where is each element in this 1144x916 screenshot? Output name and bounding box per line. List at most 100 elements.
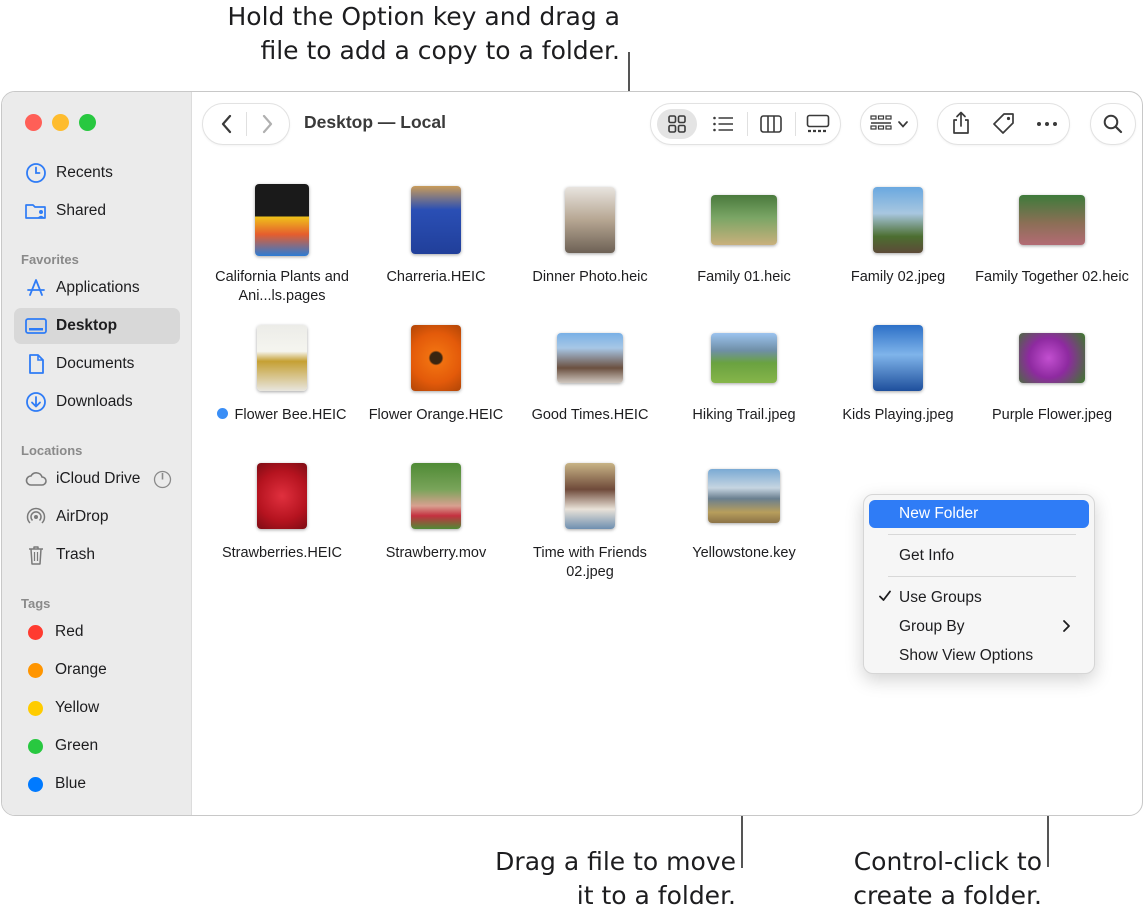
file-name-text: Strawberry.mov xyxy=(385,545,487,561)
file-name-text: Flower Bee.HEIC xyxy=(234,407,347,423)
file-name: Charreria.HEIC xyxy=(359,268,513,287)
file-thumbnail-frame xyxy=(205,318,359,398)
sidebar-item-desktop[interactable]: Desktop xyxy=(14,308,180,344)
sidebar-item-label: Green xyxy=(55,737,99,754)
file-thumbnail-frame xyxy=(975,180,1129,260)
file-thumbnail-frame xyxy=(667,180,821,260)
sidebar-item-documents[interactable]: Documents xyxy=(14,346,180,382)
file-item[interactable]: Time with Friends 02.jpeg xyxy=(513,456,667,582)
file-thumbnail xyxy=(257,463,307,529)
sidebar-item-trash[interactable]: Trash xyxy=(14,537,180,573)
sidebar-item-icloud-drive[interactable]: iCloud Drive xyxy=(14,461,180,497)
sidebar-item-applications[interactable]: Applications xyxy=(14,270,180,306)
file-item[interactable]: Strawberry.mov xyxy=(359,456,513,563)
menu-item-get-info[interactable]: Get Info xyxy=(899,547,954,565)
file-name: Kids Playing.jpeg xyxy=(821,406,975,425)
file-thumbnail xyxy=(873,325,923,391)
callout-option-drag: Hold the Option key and drag a file to a… xyxy=(227,2,620,65)
menu-item-show-view-options[interactable]: Show View Options xyxy=(899,647,1033,665)
sidebar-item-tag-green[interactable]: Green xyxy=(14,728,180,764)
file-name: Family 02.jpeg xyxy=(821,268,975,287)
file-name-text: Family 02.jpeg xyxy=(850,269,946,285)
file-name-text: Charreria.HEIC xyxy=(386,269,486,285)
sidebar-item-downloads[interactable]: Downloads xyxy=(14,384,180,420)
shared-folder-icon xyxy=(24,200,48,222)
sidebar-item-shared[interactable]: Shared xyxy=(14,193,180,229)
forward-button[interactable] xyxy=(252,109,282,139)
file-item[interactable]: Purple Flower.jpeg xyxy=(975,318,1129,425)
file-thumbnail xyxy=(873,187,923,253)
file-item[interactable]: Family Together 02.heic xyxy=(975,180,1129,287)
close-window-button[interactable] xyxy=(25,114,42,131)
sidebar-item-tag-blue[interactable]: Blue xyxy=(14,766,180,802)
back-button[interactable] xyxy=(212,109,242,139)
zoom-window-button[interactable] xyxy=(79,114,96,131)
desktop-icon xyxy=(24,315,48,337)
file-name-text: Purple Flower.jpeg xyxy=(991,407,1113,423)
file-thumbnail xyxy=(1019,195,1085,245)
file-item[interactable]: California Plants and Ani...ls.pages xyxy=(205,180,359,306)
file-item[interactable]: Good Times.HEIC xyxy=(513,318,667,425)
sidebar-item-recents[interactable]: Recents xyxy=(14,155,180,191)
sidebar-item-label: Applications xyxy=(56,279,140,296)
sidebar-item-label: Desktop xyxy=(56,317,118,334)
group-icon xyxy=(868,109,894,139)
file-item[interactable]: Flower Orange.HEIC xyxy=(359,318,513,425)
sidebar-item-label: Yellow xyxy=(55,699,100,716)
file-name: Strawberry.mov xyxy=(359,544,513,563)
sidebar-item-airdrop[interactable]: AirDrop xyxy=(14,499,180,535)
file-thumbnail-frame xyxy=(359,456,513,536)
tag-color-dot xyxy=(28,700,43,716)
file-item[interactable]: Dinner Photo.heic xyxy=(513,180,667,287)
file-name: Good Times.HEIC xyxy=(513,406,667,425)
chevron-down-icon xyxy=(896,116,910,132)
file-thumbnail xyxy=(708,469,780,523)
file-item[interactable]: Yellowstone.key xyxy=(667,456,821,563)
file-item[interactable]: Flower Bee.HEIC xyxy=(205,318,359,425)
file-item[interactable]: Kids Playing.jpeg xyxy=(821,318,975,425)
applications-icon xyxy=(24,277,48,299)
menu-item-new-folder[interactable]: New Folder xyxy=(869,500,1089,528)
sidebar-item-label: Orange xyxy=(55,661,107,678)
file-name-text: Kids Playing.jpeg xyxy=(842,407,954,423)
file-thumbnail xyxy=(257,325,307,391)
file-thumbnail-frame xyxy=(513,180,667,260)
more-button[interactable] xyxy=(1032,109,1062,139)
share-button[interactable] xyxy=(946,107,976,139)
menu-item-use-groups[interactable]: Use Groups xyxy=(899,589,982,607)
list-view-button[interactable] xyxy=(704,109,742,139)
file-name-text: Strawberries.HEIC xyxy=(221,545,343,561)
favorites-header: Favorites xyxy=(21,252,79,267)
ellipsis-icon xyxy=(1037,122,1057,126)
sidebar-item-label: Downloads xyxy=(56,393,133,410)
sidebar-item-tag-yellow[interactable]: Yellow xyxy=(14,690,180,726)
tag-button[interactable] xyxy=(989,109,1019,139)
file-item[interactable]: Family 02.jpeg xyxy=(821,180,975,287)
sidebar-item-tag-red[interactable]: Red xyxy=(14,614,180,650)
file-item[interactable]: Hiking Trail.jpeg xyxy=(667,318,821,425)
file-item[interactable]: Strawberries.HEIC xyxy=(205,456,359,563)
file-name: California Plants and Ani...ls.pages xyxy=(205,268,359,306)
file-thumbnail xyxy=(565,187,615,253)
file-item[interactable]: Charreria.HEIC xyxy=(359,180,513,287)
file-thumbnail xyxy=(1019,333,1085,383)
minimize-window-button[interactable] xyxy=(52,114,69,131)
sync-progress-icon xyxy=(153,470,172,494)
file-name: Flower Orange.HEIC xyxy=(359,406,513,425)
menu-item-group-by[interactable]: Group By xyxy=(899,618,964,636)
file-thumbnail xyxy=(255,184,309,256)
menu-item-label: New Folder xyxy=(899,505,979,522)
clock-icon xyxy=(24,162,48,184)
tag-color-dot xyxy=(28,624,43,640)
columns-icon xyxy=(760,115,782,133)
icon-view-button[interactable] xyxy=(657,109,697,139)
file-thumbnail-frame xyxy=(359,180,513,260)
list-icon xyxy=(713,116,733,132)
file-name-text: California Plants and Ani...ls.pages xyxy=(215,269,349,304)
gallery-view-button[interactable] xyxy=(799,109,837,139)
file-item[interactable]: Family 01.heic xyxy=(667,180,821,287)
sidebar-item-tag-orange[interactable]: Orange xyxy=(14,652,180,688)
window-title: Desktop — Local xyxy=(304,112,446,132)
nav-divider xyxy=(246,112,247,136)
column-view-button[interactable] xyxy=(752,109,790,139)
